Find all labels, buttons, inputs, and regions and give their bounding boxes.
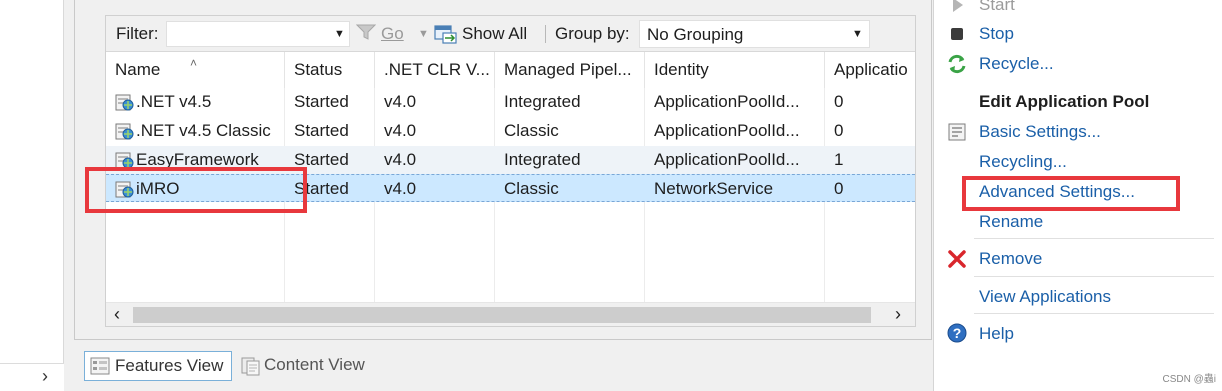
recycling-action[interactable]: Recycling... — [979, 150, 1067, 174]
tab-content-label: Content View — [264, 355, 365, 374]
remove-icon — [948, 250, 966, 268]
start-icon — [953, 0, 963, 12]
features-view-icon — [90, 357, 110, 375]
column-header-pipeline[interactable]: Managed Pipel... — [495, 52, 645, 88]
pool-status: Started — [294, 92, 349, 111]
list-header: Name ˄ Status .NET CLR V... Managed Pipe… — [106, 52, 915, 88]
scroll-right-icon[interactable]: › — [42, 366, 48, 387]
tab-features-view[interactable]: Features View — [84, 351, 232, 381]
grouping-dropdown-icon[interactable]: ▼ — [852, 28, 863, 40]
pool-applications: 0 — [834, 92, 844, 111]
highlight-box-imro — [85, 167, 307, 213]
column-header-applications[interactable]: Applicatio — [825, 52, 915, 88]
sort-ascending-icon: ˄ — [190, 56, 198, 70]
column-header-identity[interactable]: Identity — [645, 52, 825, 88]
pool-name: .NET v4.5 — [136, 92, 212, 111]
pool-pipeline: Integrated — [504, 92, 581, 111]
stop-icon — [951, 28, 963, 40]
filter-label: Filter: — [116, 24, 159, 43]
filter-dropdown-icon[interactable]: ▼ — [334, 23, 345, 45]
content-view-icon — [241, 357, 260, 376]
pool-pipeline: Integrated — [504, 150, 581, 169]
pool-pipeline: Classic — [504, 121, 559, 140]
pool-pipeline: Classic — [504, 179, 559, 198]
list-horizontal-scrollbar[interactable]: ‹ › — [106, 302, 915, 326]
tab-content-view[interactable]: Content View — [236, 351, 386, 381]
column-header-label: .NET CLR V... — [384, 60, 490, 79]
recycle-action[interactable]: Recycle... — [979, 52, 1054, 76]
stop-action[interactable]: Stop — [979, 22, 1014, 46]
start-action[interactable]: Start — [979, 0, 1015, 17]
pool-applications: 0 — [834, 121, 844, 140]
pool-identity: ApplicationPoolId... — [654, 121, 800, 140]
pool-status: Started — [294, 121, 349, 140]
pool-applications: 0 — [834, 179, 844, 198]
column-header-label: Applicatio — [834, 60, 908, 79]
connections-pane: › — [0, 0, 64, 391]
pool-clr: v4.0 — [384, 92, 417, 111]
basic-settings-icon — [948, 123, 966, 141]
basic-settings-action[interactable]: Basic Settings... — [979, 120, 1101, 144]
watermark: CSDN @蟲i — [1162, 374, 1217, 385]
pool-applications: 1 — [834, 150, 844, 169]
scroll-right-icon[interactable]: › — [895, 304, 901, 325]
column-header-status[interactable]: Status — [285, 52, 375, 88]
pool-clr: v4.0 — [384, 121, 417, 140]
go-button[interactable]: Go — [381, 23, 404, 45]
help-icon: ? — [947, 323, 967, 343]
pool-identity: NetworkService — [654, 179, 774, 198]
actions-divider — [974, 276, 1214, 277]
remove-action[interactable]: Remove — [979, 247, 1042, 271]
actions-divider — [974, 238, 1214, 239]
filter-toolbar: Filter: ▼ Go ▼ Show All Group by: No Gro… — [106, 16, 915, 52]
table-row[interactable]: .NET v4.5 Classic Started v4.0 Classic A… — [106, 117, 915, 145]
column-header-label: Status — [294, 60, 343, 79]
help-action[interactable]: Help — [979, 322, 1014, 346]
pool-identity: ApplicationPoolId... — [654, 92, 800, 111]
scroll-left-icon[interactable]: ‹ — [114, 304, 120, 325]
go-dropdown-icon[interactable]: ▼ — [418, 23, 429, 45]
pool-clr: v4.0 — [384, 179, 417, 198]
scrollbar-thumb[interactable] — [133, 307, 871, 323]
connections-scrollbar[interactable]: › — [0, 363, 64, 391]
group-by-label: Group by: — [555, 24, 630, 43]
edit-application-pool-heading: Edit Application Pool — [979, 92, 1150, 111]
highlight-box-advanced-settings — [962, 176, 1180, 211]
pool-name: .NET v4.5 Classic — [136, 121, 271, 140]
view-applications-action[interactable]: View Applications — [979, 285, 1111, 309]
column-header-label: Identity — [654, 60, 709, 79]
column-header-label: Managed Pipel... — [504, 60, 632, 79]
show-all-icon — [434, 24, 458, 44]
pool-clr: v4.0 — [384, 150, 417, 169]
rename-action[interactable]: Rename — [979, 210, 1043, 234]
show-all-button[interactable]: Show All — [462, 23, 527, 45]
grouping-select[interactable]: No Grouping ▼ — [639, 20, 870, 48]
actions-divider — [974, 313, 1214, 314]
table-row[interactable]: .NET v4.5 Started v4.0 Integrated Applic… — [106, 88, 915, 116]
iis-manager-window: › Filter: ▼ Go ▼ Show All Group by: No G… — [0, 0, 1222, 391]
filter-input[interactable] — [166, 21, 350, 47]
tab-features-label: Features View — [115, 356, 224, 375]
column-header-label: Name — [115, 60, 161, 79]
funnel-icon — [355, 23, 377, 45]
column-header-name[interactable]: Name ˄ — [106, 52, 285, 88]
grouping-value: No Grouping — [647, 25, 744, 44]
svg-text:?: ? — [953, 325, 962, 341]
recycle-icon — [948, 54, 966, 74]
toolbar-separator — [545, 25, 546, 43]
column-header-clr[interactable]: .NET CLR V... — [375, 52, 495, 88]
pool-identity: ApplicationPoolId... — [654, 150, 800, 169]
